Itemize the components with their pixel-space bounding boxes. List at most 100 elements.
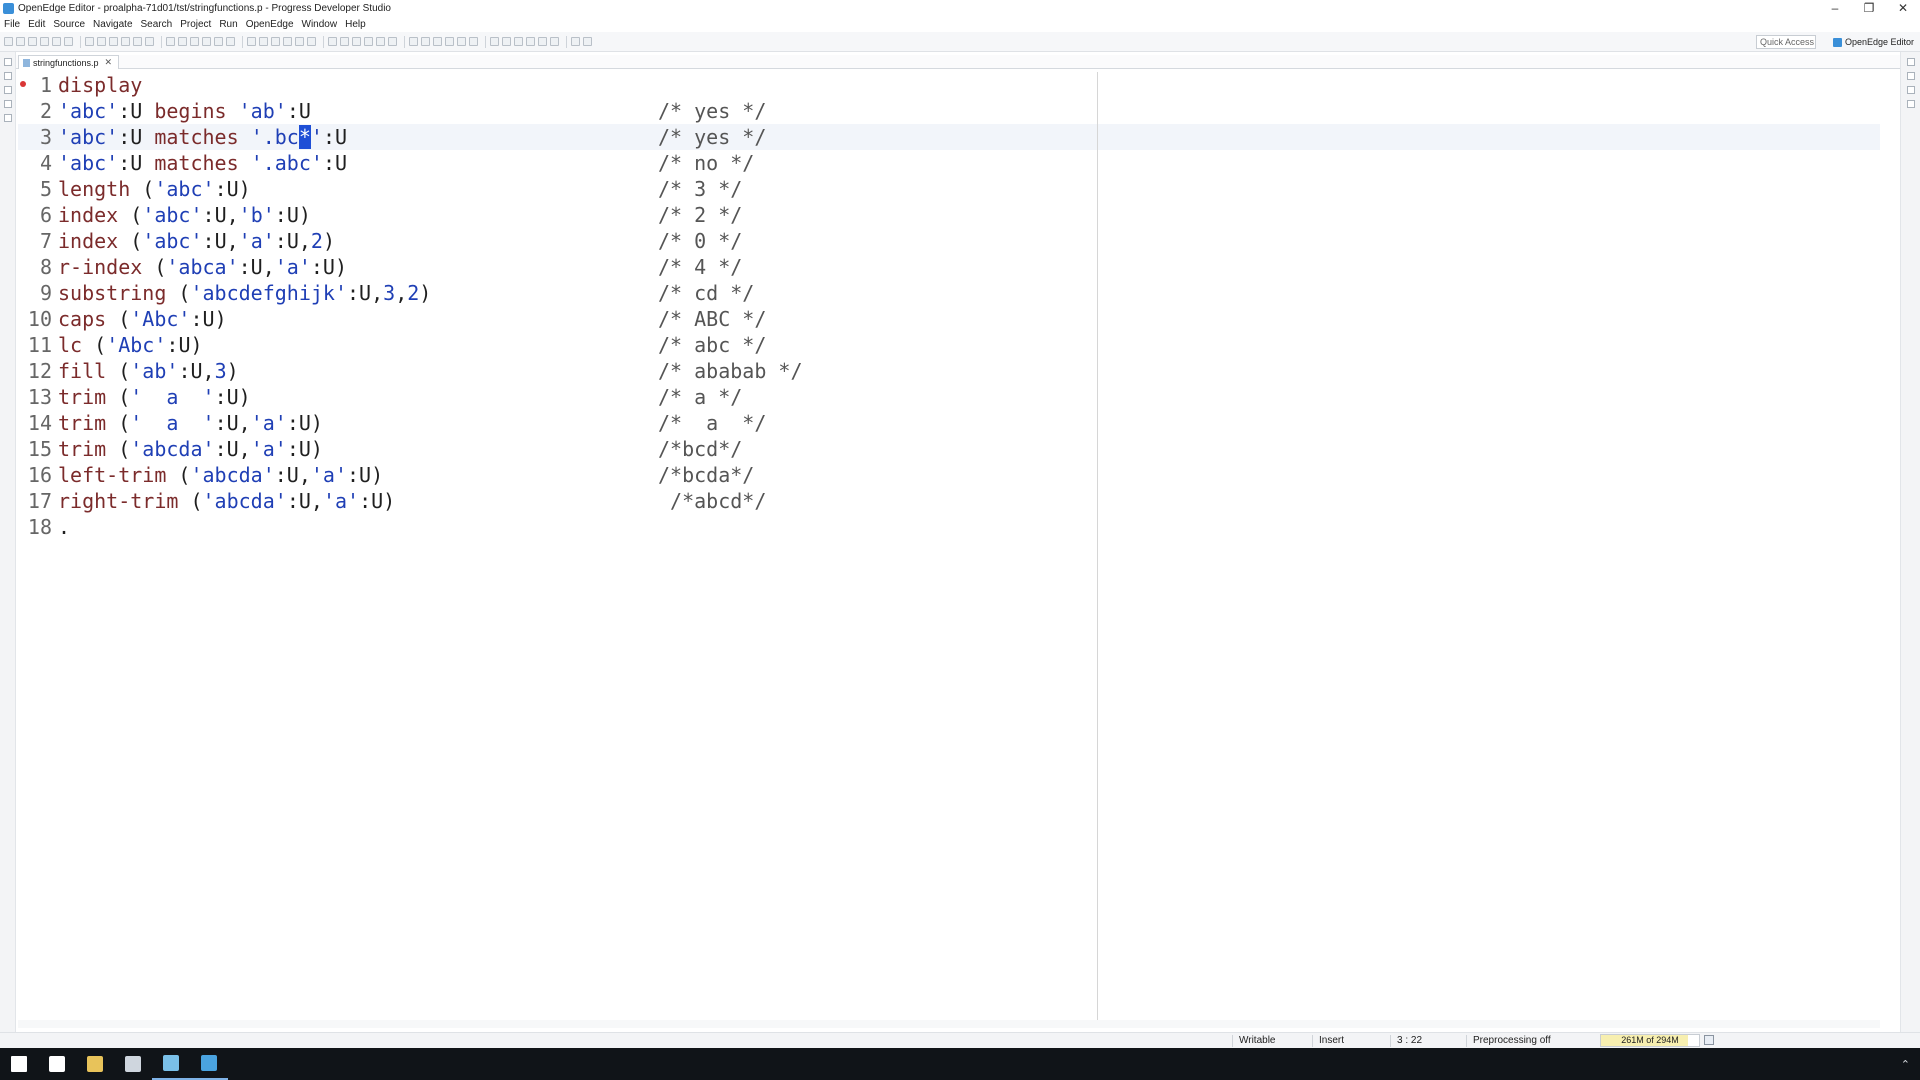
filter-icon[interactable] — [433, 37, 442, 46]
preview-icon[interactable] — [190, 37, 199, 46]
terminal-taskbar-button[interactable] — [114, 1048, 152, 1080]
code-comment[interactable]: /* a */ — [658, 410, 766, 436]
garbage-collect-icon[interactable] — [1704, 1035, 1714, 1045]
history-icon[interactable] — [469, 37, 478, 46]
check-syntax-icon[interactable] — [166, 37, 175, 46]
format-icon[interactable] — [202, 37, 211, 46]
menu-help[interactable]: Help — [345, 19, 366, 30]
menu-edit[interactable]: Edit — [28, 19, 45, 30]
code-comment[interactable]: /* yes */ — [658, 124, 766, 150]
extra8-icon[interactable] — [583, 37, 592, 46]
code-comment[interactable]: /* ababab */ — [658, 358, 803, 384]
code-text[interactable]: left-trim ('abcda':U,'a':U) — [58, 462, 383, 488]
cut-icon[interactable] — [85, 37, 94, 46]
link-icon[interactable] — [445, 37, 454, 46]
code-comment[interactable]: /*bcd*/ — [658, 436, 742, 462]
code-text[interactable]: caps ('Abc':U) — [58, 306, 227, 332]
problems-icon[interactable] — [4, 114, 12, 122]
windows-start-taskbar-button[interactable] — [0, 1048, 38, 1080]
sync-icon[interactable] — [340, 37, 349, 46]
code-line[interactable]: 15 trim ('abcda':U,'a':U) /*bcd*/ — [18, 436, 742, 462]
perspective-openedge-editor[interactable]: OpenEdge Editor — [1832, 35, 1914, 49]
code-line[interactable]: 4'abc':U matches '.abc':U /* no */ — [18, 150, 754, 176]
code-line[interactable]: 12 fill ('ab':U,3) /* ababab */ — [18, 358, 803, 384]
code-line[interactable]: 5 length ('abc':U) /* 3 */ — [18, 176, 742, 202]
paste-icon[interactable] — [109, 37, 118, 46]
tasks-icon[interactable] — [1907, 86, 1915, 94]
code-line[interactable]: 11 lc ('Abc':U) /* abc */ — [18, 332, 766, 358]
forward-icon[interactable] — [328, 37, 337, 46]
code-line[interactable]: 16 left-trim ('abcda':U,'a':U) /*bcda*/ — [18, 462, 754, 488]
code-line[interactable]: 18. — [18, 514, 70, 540]
code-comment[interactable]: /* 3 */ — [658, 176, 742, 202]
code-text[interactable]: display — [58, 72, 142, 98]
external-tools-icon[interactable] — [364, 37, 373, 46]
code-comment[interactable]: /* 4 */ — [658, 254, 742, 280]
restore-view-icon[interactable] — [4, 58, 12, 66]
outdent-icon[interactable] — [247, 37, 256, 46]
run-icon[interactable] — [121, 37, 130, 46]
code-line[interactable]: 9 substring ('abcdefghijk':U,3,2) /* cd */ — [18, 280, 754, 306]
menu-file[interactable]: File — [4, 19, 20, 30]
developer-studio-taskbar-button[interactable] — [152, 1048, 190, 1080]
code-text[interactable]: index ('abc':U,'a':U,2) — [58, 228, 335, 254]
code-line[interactable]: 1 display — [18, 72, 142, 98]
task-view-taskbar-button[interactable] — [38, 1048, 76, 1080]
code-text[interactable]: length ('abc':U) — [58, 176, 251, 202]
code-line[interactable]: 3'abc':U matches '.bc*':U /* yes */ — [18, 124, 766, 150]
code-comment[interactable]: /*bcda*/ — [658, 462, 754, 488]
tools-icon[interactable] — [376, 37, 385, 46]
properties-icon[interactable] — [1907, 72, 1915, 80]
code-text[interactable]: right-trim ('abcda':U,'a':U) — [58, 488, 395, 514]
code-comment[interactable]: /* yes */ — [658, 98, 766, 124]
code-comment[interactable]: /* a */ — [658, 384, 742, 410]
menu-source[interactable]: Source — [53, 19, 85, 30]
code-text[interactable]: 'abc':U matches '.abc':U — [58, 150, 347, 176]
console-icon[interactable] — [4, 100, 12, 108]
extra3-icon[interactable] — [514, 37, 523, 46]
minimize-button[interactable]: – — [1818, 1, 1852, 15]
code-line[interactable]: 14 trim (' a ':U,'a':U) /* a */ — [18, 410, 766, 436]
code-line[interactable]: 6 index ('abc':U,'b':U) /* 2 */ — [18, 202, 742, 228]
redo-icon[interactable] — [64, 37, 73, 46]
close-tab-icon[interactable]: ✕ — [105, 57, 113, 68]
debug-icon[interactable] — [133, 37, 142, 46]
menu-project[interactable]: Project — [180, 19, 211, 30]
file-explorer-taskbar-button[interactable] — [76, 1048, 114, 1080]
close-button[interactable]: ✕ — [1886, 1, 1920, 15]
code-text[interactable]: substring ('abcdefghijk':U,3,2) — [58, 280, 431, 306]
compile-icon[interactable] — [145, 37, 154, 46]
comment-icon[interactable] — [214, 37, 223, 46]
indent-icon[interactable] — [226, 37, 235, 46]
search-icon[interactable] — [178, 37, 187, 46]
code-comment[interactable]: /* abc */ — [658, 332, 766, 358]
menu-run[interactable]: Run — [219, 19, 237, 30]
save-icon[interactable] — [16, 37, 25, 46]
tray-chevron-icon[interactable]: ⌃ — [1901, 1058, 1910, 1071]
extra6-icon[interactable] — [550, 37, 559, 46]
code-text[interactable]: lc ('Abc':U) — [58, 332, 203, 358]
menu-navigate[interactable]: Navigate — [93, 19, 132, 30]
code-text[interactable]: r-index ('abca':U,'a':U) — [58, 254, 347, 280]
code-comment[interactable]: /* 2 */ — [658, 202, 742, 228]
outline-icon[interactable] — [4, 86, 12, 94]
code-text[interactable]: trim ('abcda':U,'a':U) — [58, 436, 323, 462]
code-text[interactable]: . — [58, 514, 70, 540]
new-icon[interactable] — [4, 37, 13, 46]
code-line[interactable]: 7 index ('abc':U,'a':U,2) /* 0 */ — [18, 228, 742, 254]
refresh-icon[interactable] — [352, 37, 361, 46]
expand-icon[interactable] — [409, 37, 418, 46]
prev-icon[interactable] — [295, 37, 304, 46]
code-comment[interactable]: /* cd */ — [658, 280, 754, 306]
openedge-editor-taskbar-button[interactable] — [190, 1048, 228, 1080]
settings-icon[interactable] — [388, 37, 397, 46]
code-comment[interactable]: /*abcd*/ — [658, 488, 766, 514]
code-comment[interactable]: /* ABC */ — [658, 306, 766, 332]
project-explorer-icon[interactable] — [4, 72, 12, 80]
undo-icon[interactable] — [52, 37, 61, 46]
copy-icon[interactable] — [97, 37, 106, 46]
tab-stringfunctions[interactable]: stringfunctions.p ✕ — [18, 55, 120, 69]
menu-window[interactable]: Window — [302, 19, 338, 30]
code-line[interactable]: 8 r-index ('abca':U,'a':U) /* 4 */ — [18, 254, 742, 280]
code-line[interactable]: 10 caps ('Abc':U) /* ABC */ — [18, 306, 766, 332]
